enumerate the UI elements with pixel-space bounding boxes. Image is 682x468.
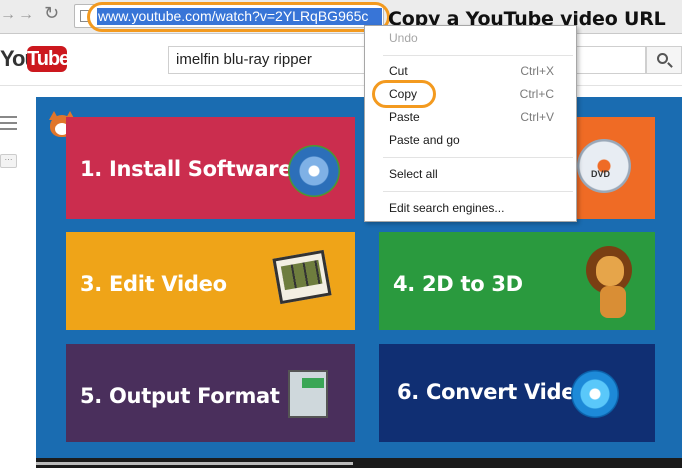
tile-label: 1. Install Software (80, 157, 293, 181)
menu-item-shortcut: Ctrl+X (520, 64, 554, 78)
video-player[interactable]: 1. Install Software DVD 3. Edit Video 4.… (36, 97, 682, 468)
video-progress-fill (36, 462, 353, 465)
menu-item-label: Cut (389, 64, 408, 78)
menu-item-label: Undo (389, 31, 418, 45)
more-options-icon[interactable]: ··· (0, 154, 17, 168)
menu-item-shortcut: Ctrl+C (519, 87, 554, 101)
convert-video-icon (571, 370, 619, 418)
tile-label: 6. Convert Video (397, 380, 590, 404)
menu-item-label: Select all (389, 167, 438, 181)
menu-separator (383, 191, 573, 192)
back-arrow-icon[interactable]: → (0, 5, 16, 25)
menu-item-cut[interactable]: Cut Ctrl+X (365, 62, 576, 80)
menu-item-label: Paste (389, 110, 420, 124)
film-strip-icon (272, 249, 332, 305)
menu-item-label: Paste and go (389, 133, 460, 147)
tile-install-software: 1. Install Software (66, 117, 355, 219)
copy-highlight-ring (372, 80, 436, 108)
tile-label: 3. Edit Video (80, 272, 227, 296)
lion-icon (584, 244, 640, 320)
tile-output-format: 5. Output Format (66, 344, 355, 442)
youtube-header: You Tube imelfin blu-ray ripper (0, 34, 682, 86)
search-icon (657, 53, 668, 64)
menu-item-select-all[interactable]: Select all (365, 165, 576, 183)
tile-2d-to-3d: 4. 2D to 3D (379, 232, 655, 330)
reload-icon[interactable]: ↻ (44, 3, 59, 23)
menu-item-undo[interactable]: Undo (365, 29, 576, 47)
menu-separator (383, 55, 573, 56)
url-highlight-ring (87, 2, 390, 32)
guide-menu-icon[interactable] (0, 116, 17, 132)
tile-convert-video: 6. Convert Video (379, 344, 655, 442)
install-disc-icon (288, 145, 340, 197)
dvd-disc-icon: DVD (577, 139, 631, 193)
tile-label: 5. Output Format (80, 384, 280, 408)
video-progress-bar[interactable] (36, 458, 682, 468)
tile-edit-video: 3. Edit Video (66, 232, 355, 330)
menu-item-paste[interactable]: Paste Ctrl+V (365, 108, 576, 126)
tile-label: 4. 2D to 3D (393, 272, 523, 296)
menu-item-label: Edit search engines... (389, 201, 505, 215)
logo-tube-badge: Tube (27, 46, 70, 72)
menu-item-shortcut: Ctrl+V (520, 110, 554, 124)
menu-separator (383, 157, 573, 158)
search-button[interactable] (646, 46, 682, 74)
clip-file-icon (288, 370, 328, 418)
dvd-text: DVD (591, 169, 611, 179)
menu-item-edit-search-engines[interactable]: Edit search engines... (365, 199, 576, 217)
context-menu: Undo Cut Ctrl+X Copy Ctrl+C Paste Ctrl+V… (364, 25, 577, 222)
forward-arrow-icon[interactable]: → (18, 5, 34, 25)
menu-item-paste-and-go[interactable]: Paste and go (365, 131, 576, 149)
